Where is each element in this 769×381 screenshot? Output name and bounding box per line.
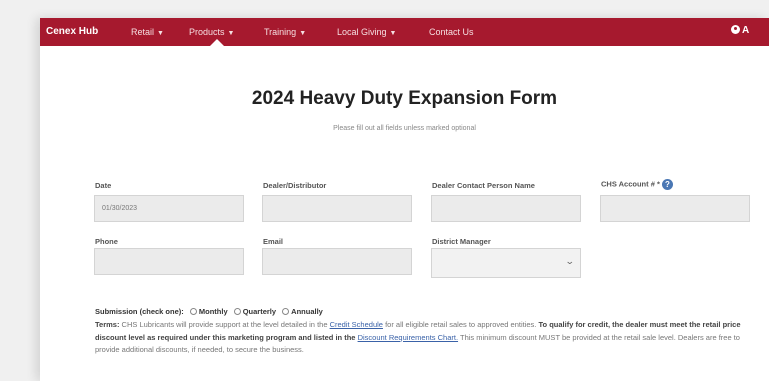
chevron-down-icon: ⌄ (565, 256, 576, 266)
page-title: 2024 Heavy Duty Expansion Form (251, 88, 558, 109)
top-navbar: Cenex Hub Retail ▼ Products ▼ Training ▼ Lo… (40, 18, 769, 46)
account-field[interactable] (600, 195, 750, 222)
email-field[interactable] (262, 248, 412, 275)
nav-item-products[interactable]: Products ▼ (189, 27, 234, 37)
terms-text: Terms: CHS Lubricants will provide suppo… (95, 320, 741, 354)
radio-circle-icon (233, 308, 241, 315)
help-icon[interactable]: ? (661, 179, 673, 190)
credit-schedule-link[interactable]: Credit Schedule (330, 320, 383, 329)
nav-item-contact-us[interactable]: Contact Us (429, 27, 474, 37)
radio-circle-icon (282, 308, 290, 315)
nav-item-local-giving[interactable]: Local Giving ▼ (337, 27, 396, 37)
active-nav-indicator (210, 39, 224, 46)
phone-field[interactable] (94, 248, 244, 275)
dealer-field[interactable] (262, 195, 412, 222)
brand-link[interactable]: Cenex Hub (46, 26, 98, 37)
district-manager-label: District Manager (432, 237, 491, 246)
radio-circle-icon (189, 308, 197, 315)
form-subtitle: Please fill out all fields unless marked… (333, 125, 476, 132)
date-label: Date (95, 181, 112, 190)
caret-down-icon: ▼ (157, 30, 164, 37)
submission-group: Submission (check one): Monthly Quarterl… (95, 307, 323, 316)
date-field[interactable]: 01/30/2023 (94, 195, 244, 222)
submission-label: Submission (check one): (95, 307, 184, 316)
email-label: Email (263, 237, 284, 246)
caret-down-icon: ▼ (389, 30, 397, 37)
nav-item-training[interactable]: Training ▼ (264, 27, 306, 37)
account-label: CHS Account # *? (601, 179, 673, 190)
browser-page: Cenex Hub Retail ▼ Products ▼ Training ▼ Lo… (40, 18, 769, 381)
caret-down-icon: ▼ (299, 30, 307, 37)
discount-requirements-link[interactable]: Discount Requirements Chart. (358, 333, 458, 342)
district-manager-select[interactable]: ⌄ (431, 248, 581, 278)
phone-label: Phone (95, 237, 118, 246)
radio-monthly[interactable]: Monthly (186, 307, 228, 316)
user-account-link[interactable]: A (731, 25, 749, 36)
caret-down-icon: ▼ (227, 30, 235, 37)
radio-quarterly[interactable]: Quarterly (230, 307, 276, 316)
user-icon (731, 25, 740, 34)
contact-name-field[interactable] (431, 195, 581, 222)
dealer-label: Dealer/Distributor (263, 181, 327, 190)
contact-name-label: Dealer Contact Person Name (432, 181, 535, 190)
terms-label: Terms: (95, 320, 120, 329)
nav-item-retail[interactable]: Retail ▼ (131, 27, 164, 37)
radio-annually[interactable]: Annually (278, 307, 323, 316)
